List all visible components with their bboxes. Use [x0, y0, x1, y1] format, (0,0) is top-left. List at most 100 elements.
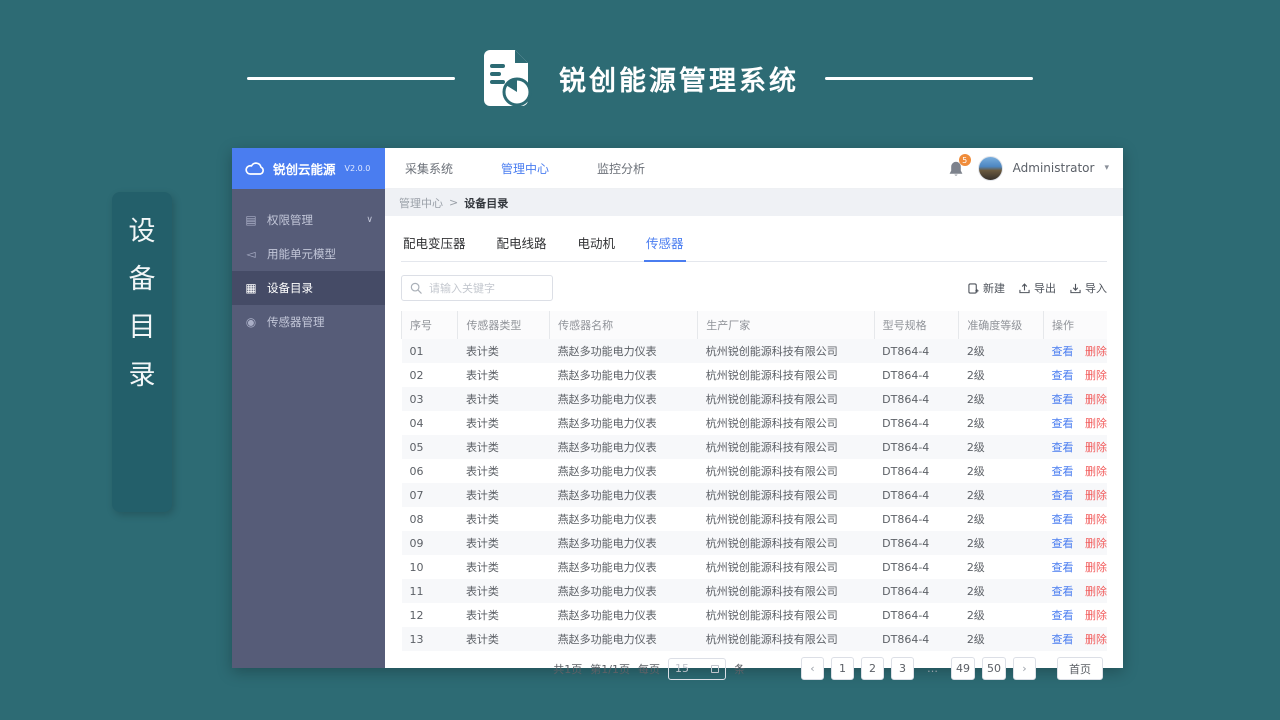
- page-number-button[interactable]: 50: [982, 657, 1006, 680]
- delete-link[interactable]: 删除: [1085, 609, 1107, 622]
- delete-link[interactable]: 删除: [1085, 489, 1107, 502]
- user-menu-caret-icon[interactable]: ▾: [1104, 163, 1109, 173]
- cell-model: DT864-4: [882, 488, 930, 502]
- side-tab-device-catalog[interactable]: 设备目录: [112, 192, 172, 512]
- table-row: 10 表计类 燕赵多功能电力仪表 杭州锐创能源科技有限公司 DT864-4 2级…: [402, 555, 1108, 579]
- cell-model: DT864-4: [882, 440, 930, 454]
- search-input[interactable]: [429, 281, 544, 295]
- delete-link[interactable]: 删除: [1085, 513, 1107, 526]
- logo-version: V2.0.0: [344, 164, 371, 173]
- cell-operations: 查看 删除: [1043, 435, 1107, 459]
- delete-link[interactable]: 删除: [1085, 369, 1107, 382]
- username: Administrator: [1012, 161, 1095, 175]
- page-number-button[interactable]: 3: [891, 657, 914, 680]
- cell-sensor-type: 表计类: [465, 345, 499, 358]
- delete-link[interactable]: 删除: [1085, 561, 1107, 574]
- device-tab[interactable]: 传感器: [644, 226, 686, 262]
- view-link[interactable]: 查看: [1051, 537, 1073, 550]
- cell-manufacturer: 杭州锐创能源科技有限公司: [705, 441, 838, 454]
- sidebar-menu-item[interactable]: ◉ 传感器管理 ∨: [232, 305, 385, 339]
- cell-serial: 02: [409, 368, 424, 382]
- delete-link[interactable]: 删除: [1085, 345, 1107, 358]
- cell-operations: 查看 删除: [1043, 627, 1107, 651]
- view-link[interactable]: 查看: [1051, 441, 1073, 454]
- notification-bell-icon[interactable]: 5: [948, 154, 971, 178]
- view-link[interactable]: 查看: [1051, 561, 1073, 574]
- view-link[interactable]: 查看: [1051, 489, 1073, 502]
- cell-manufacturer: 杭州锐创能源科技有限公司: [705, 561, 838, 574]
- per-page-unit: 条: [734, 662, 745, 676]
- device-tab[interactable]: 电动机: [576, 226, 618, 261]
- cell-sensor-type: 表计类: [465, 513, 499, 526]
- per-page-select[interactable]: 15: [668, 657, 726, 680]
- view-link[interactable]: 查看: [1051, 585, 1073, 598]
- cell-sensor-type: 表计类: [465, 465, 499, 478]
- first-page-button[interactable]: 首页: [1057, 657, 1103, 680]
- view-link[interactable]: 查看: [1051, 513, 1073, 526]
- top-right-controls: 5 Administrator ▾: [948, 154, 1109, 181]
- cell-accuracy: 2级: [966, 585, 985, 598]
- side-tab-char: 备: [128, 264, 156, 295]
- cell-serial: 11: [409, 584, 424, 598]
- export-button-label: 导出: [1034, 282, 1056, 295]
- cell-sensor-type: 表计类: [465, 489, 499, 502]
- top-nav-item[interactable]: 管理中心: [501, 160, 549, 177]
- page-number-button[interactable]: 49: [951, 657, 975, 680]
- table-row: 09 表计类 燕赵多功能电力仪表 杭州锐创能源科技有限公司 DT864-4 2级…: [401, 531, 1107, 555]
- cell-sensor-name: 燕赵多功能电力仪表: [557, 513, 657, 526]
- user-avatar[interactable]: [977, 155, 1003, 181]
- export-icon: [1019, 282, 1030, 293]
- top-nav-item[interactable]: 采集系统: [405, 160, 453, 177]
- table-row: 06 表计类 燕赵多功能电力仪表 杭州锐创能源科技有限公司 DT864-4 2级…: [402, 459, 1108, 483]
- top-nav-item[interactable]: 监控分析: [597, 160, 645, 177]
- breadcrumb-parent[interactable]: 管理中心: [399, 195, 443, 211]
- view-link[interactable]: 查看: [1051, 417, 1073, 430]
- table-body: 01 表计类 燕赵多功能电力仪表 杭州锐创能源科技有限公司 DT864-4 2级…: [401, 339, 1108, 651]
- page-number-button[interactable]: 2: [861, 657, 884, 680]
- chevron-down-icon: ∨: [366, 215, 373, 225]
- cell-serial: 07: [409, 488, 424, 502]
- sidebar-menu-item[interactable]: ▦ 设备目录 ∨: [232, 271, 385, 305]
- cell-sensor-name: 燕赵多功能电力仪表: [557, 393, 657, 406]
- next-page-button[interactable]: ›: [1013, 657, 1036, 680]
- view-link[interactable]: 查看: [1051, 393, 1073, 406]
- sidebar-item-label: 传感器管理: [267, 315, 325, 329]
- view-link[interactable]: 查看: [1051, 609, 1073, 622]
- new-button[interactable]: 新建: [968, 280, 1005, 296]
- export-button[interactable]: 导出: [1019, 280, 1056, 296]
- cell-model: DT864-4: [882, 344, 930, 358]
- cell-serial: 03: [409, 392, 424, 406]
- view-link[interactable]: 查看: [1051, 345, 1073, 358]
- import-button[interactable]: 导入: [1070, 280, 1107, 296]
- view-link[interactable]: 查看: [1051, 465, 1073, 478]
- main-area: 采集系统 管理中心 监控分析 5 Administrator ▾ 管理中心 > …: [385, 148, 1123, 680]
- header-divider-left: [247, 76, 455, 80]
- sidebar-menu-item[interactable]: ◅ 用能单元模型 ∨: [232, 237, 385, 271]
- delete-link[interactable]: 删除: [1085, 417, 1107, 430]
- view-link[interactable]: 查看: [1051, 633, 1073, 646]
- cell-manufacturer: 杭州锐创能源科技有限公司: [705, 369, 838, 382]
- device-tab[interactable]: 配电线路: [495, 226, 549, 261]
- cell-model: DT864-4: [882, 632, 930, 646]
- cell-accuracy: 2级: [966, 417, 985, 430]
- cell-operations: 查看 删除: [1043, 387, 1107, 411]
- cell-accuracy: 2级: [966, 513, 985, 526]
- view-link[interactable]: 查看: [1051, 369, 1073, 382]
- pagination: 共1页 第1/1页 每页 15 条 ‹ 1 2 3 … 49 50 › 首页: [401, 657, 1107, 680]
- sidebar-menu-item[interactable]: ▤ 权限管理 ∨: [232, 203, 385, 237]
- delete-link[interactable]: 删除: [1085, 393, 1107, 406]
- delete-link[interactable]: 删除: [1085, 465, 1107, 478]
- prev-page-button[interactable]: ‹: [801, 657, 824, 680]
- brand-header: 锐创能源管理系统: [0, 40, 1280, 116]
- delete-link[interactable]: 删除: [1085, 537, 1107, 550]
- sidebar-item-label: 用能单元模型: [267, 247, 336, 261]
- device-tab[interactable]: 配电变压器: [401, 226, 468, 261]
- page-number-button[interactable]: 1: [831, 657, 854, 680]
- delete-link[interactable]: 删除: [1085, 633, 1107, 646]
- cell-accuracy: 2级: [966, 537, 985, 550]
- page-number-button[interactable]: …: [921, 657, 944, 680]
- sidebar-menu: ▤ 权限管理 ∨ ◅ 用能单元模型 ∨ ▦ 设备目录 ∨ ◉: [232, 189, 385, 339]
- toolbar: 新建 导出 导入: [401, 275, 1107, 301]
- delete-link[interactable]: 删除: [1085, 585, 1107, 598]
- delete-link[interactable]: 删除: [1085, 441, 1107, 454]
